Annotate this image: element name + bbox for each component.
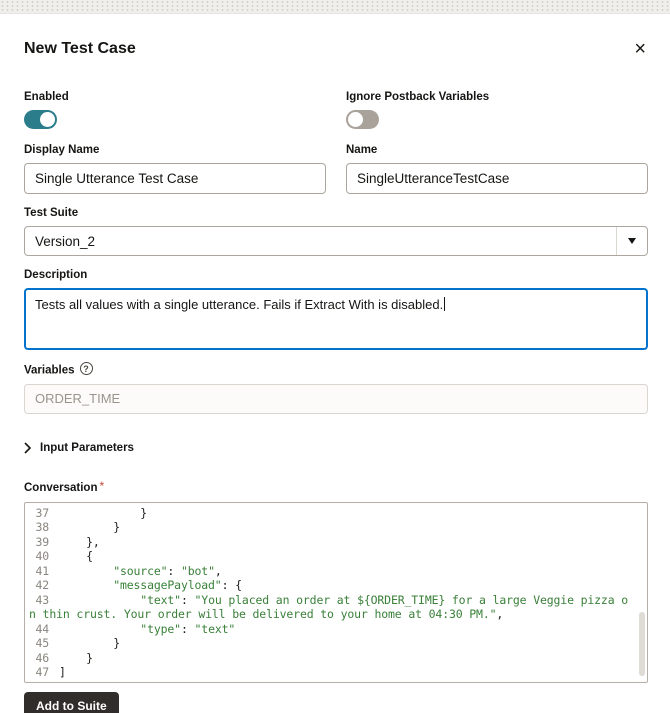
dialog-header: New Test Case × (24, 14, 648, 58)
code-line: 40 { (25, 549, 645, 564)
test-suite-label: Test Suite (24, 207, 648, 219)
line-number: 41 (25, 564, 59, 579)
chevron-right-icon (24, 442, 31, 454)
toggle-thumb (348, 112, 363, 127)
name-field: Name (346, 144, 648, 194)
description-label: Description (24, 269, 648, 281)
code-line: 39 }, (25, 535, 645, 550)
code-line: 41 "source": "bot", (25, 564, 645, 579)
code-line: 43 "text": "You placed an order at ${ORD… (25, 593, 645, 608)
display-name-field: Display Name (24, 144, 326, 194)
editor-scrollbar[interactable] (639, 612, 645, 676)
help-icon[interactable]: ? (80, 362, 93, 375)
code-line: 38 } (25, 520, 645, 535)
variables-label: Variables? (24, 362, 648, 377)
enabled-label: Enabled (24, 91, 326, 103)
line-number: 44 (25, 622, 59, 637)
input-parameters-label: Input Parameters (40, 442, 134, 454)
name-input[interactable] (346, 163, 648, 194)
code-line: 45 } (25, 636, 645, 651)
required-marker: * (100, 479, 105, 493)
line-number: 38 (25, 520, 59, 535)
line-number: 39 (25, 535, 59, 550)
toggles-row: Enabled Ignore Postback Variables (24, 91, 648, 129)
line-number: 40 (25, 549, 59, 564)
toggle-thumb (40, 112, 55, 127)
line-number: 47 (25, 665, 59, 680)
display-name-label: Display Name (24, 144, 326, 156)
ignore-postback-field: Ignore Postback Variables (346, 91, 648, 129)
code-lines: 37 }38 }39 },40 {41 "source": "bot",42 "… (25, 506, 645, 680)
new-test-case-dialog: New Test Case × Enabled Ignore Postback … (0, 14, 670, 713)
variables-field: Variables? ORDER_TIME (24, 362, 648, 414)
line-number: 42 (25, 578, 59, 593)
line-number: 45 (25, 636, 59, 651)
variables-input[interactable]: ORDER_TIME (24, 384, 648, 414)
dialog-footer: Add to Suite (24, 692, 648, 713)
description-field: Description Tests all values with a sing… (24, 269, 648, 350)
close-icon[interactable]: × (632, 40, 648, 58)
chevron-down-icon[interactable] (617, 227, 647, 255)
name-fields-row: Display Name Name (24, 144, 648, 194)
code-line-wrap: n thin crust. Your order will be deliver… (25, 607, 645, 622)
code-line: 44 "type": "text" (25, 622, 645, 637)
enabled-field: Enabled (24, 91, 326, 129)
dialog-title: New Test Case (24, 40, 136, 58)
description-text: Tests all values with a single utterance… (35, 297, 443, 312)
test-suite-value: Version_2 (25, 234, 616, 249)
display-name-input[interactable] (24, 163, 326, 194)
ignore-postback-label: Ignore Postback Variables (346, 91, 648, 103)
test-suite-field: Test Suite Version_2 (24, 207, 648, 256)
line-number: 46 (25, 651, 59, 666)
ignore-postback-toggle[interactable] (346, 110, 379, 129)
code-line: 47] (25, 665, 645, 680)
code-line: 37 } (25, 506, 645, 521)
variables-value: ORDER_TIME (35, 391, 120, 406)
line-number: 43 (25, 593, 59, 608)
background-page-strip (0, 0, 670, 14)
add-to-suite-button[interactable]: Add to Suite (24, 692, 119, 713)
code-line: 46 } (25, 651, 645, 666)
enabled-toggle[interactable] (24, 110, 57, 129)
text-cursor (444, 297, 445, 311)
input-parameters-toggle[interactable]: Input Parameters (24, 442, 134, 454)
conversation-code-editor[interactable]: 37 }38 }39 },40 {41 "source": "bot",42 "… (24, 502, 648, 683)
conversation-label: Conversation (24, 482, 98, 494)
code-line: 42 "messagePayload": { (25, 578, 645, 593)
line-number: 37 (25, 506, 59, 521)
name-label: Name (346, 144, 648, 156)
test-suite-select[interactable]: Version_2 (24, 226, 648, 256)
conversation-field: Conversation* 37 }38 }39 },40 {41 "sourc… (24, 478, 648, 683)
description-textarea[interactable]: Tests all values with a single utterance… (24, 288, 648, 350)
variables-label-text: Variables (24, 365, 75, 377)
